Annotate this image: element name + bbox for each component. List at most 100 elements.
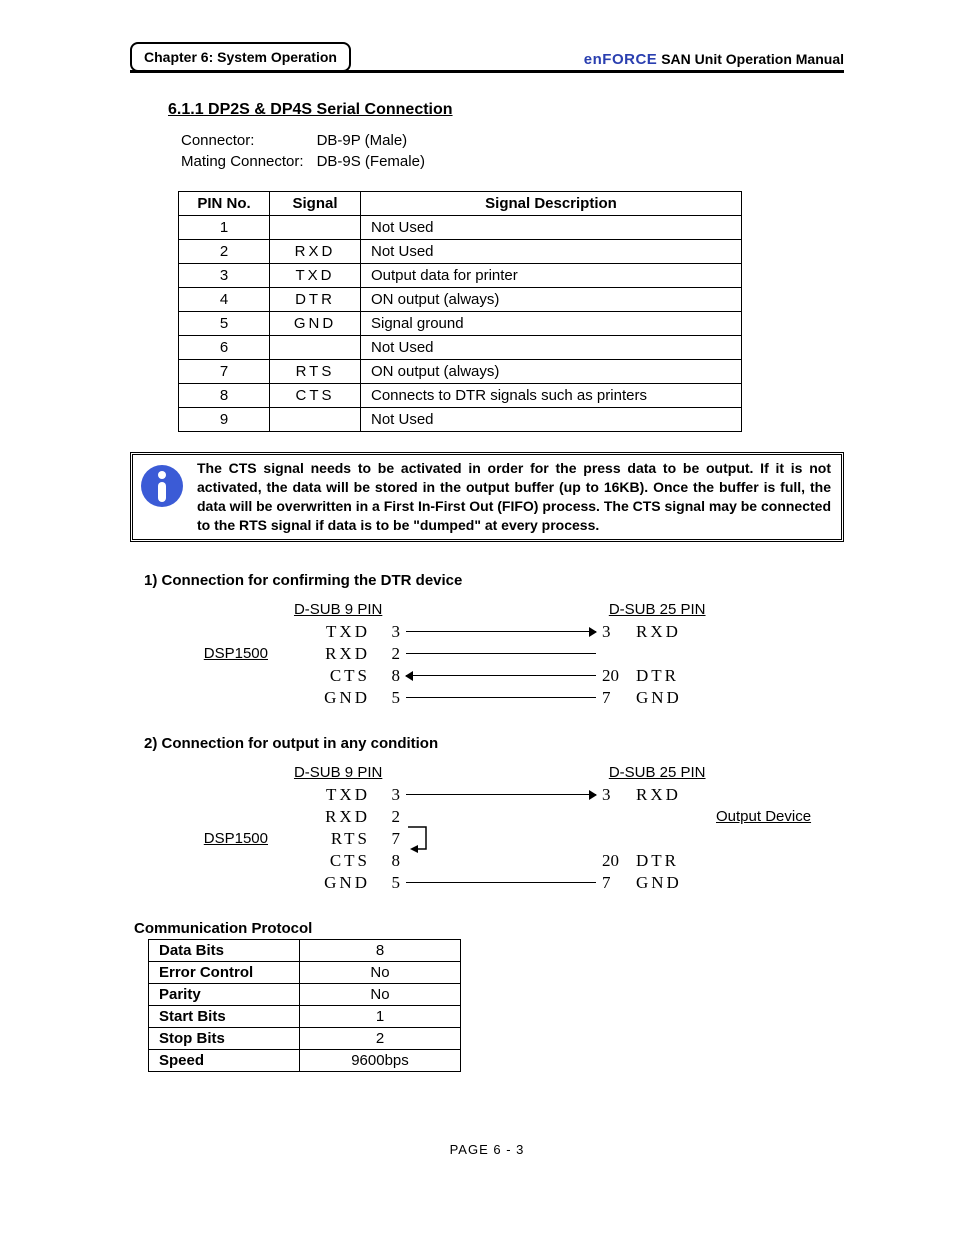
pin-table: PIN No. Signal Signal Description 1 Not U… (178, 191, 742, 432)
device-label: DSP1500 (180, 830, 268, 847)
chapter-box: Chapter 6: System Operation (130, 42, 351, 72)
left-pin: 2 (370, 644, 400, 664)
protocol-value: 1 (300, 1005, 461, 1027)
pin-no: 3 (179, 264, 270, 288)
pin-signal: CTS (270, 384, 361, 408)
right-signal: GND (630, 873, 706, 893)
wiring-row: GND57GND (180, 872, 844, 894)
right-signal: DTR (630, 666, 706, 686)
page-header: Chapter 6: System Operation enFORCE SAN … (130, 40, 844, 73)
left-signal: RTS (288, 829, 370, 849)
left-pin: 2 (370, 807, 400, 827)
right-pin: 7 (602, 688, 630, 708)
device-label: DSP1500 (180, 645, 268, 662)
right-signal: RXD (630, 622, 706, 642)
left-pin-header: D-SUB 9 PIN (286, 601, 390, 618)
table-row: 2RXDNot Used (179, 240, 742, 264)
wiring-row: RXD2 Output Device (180, 806, 844, 828)
protocol-value: No (300, 961, 461, 983)
pin-no: 2 (179, 240, 270, 264)
alert-icon (139, 463, 185, 514)
pin-desc: Signal ground (361, 312, 742, 336)
section-title: 6.1.1 DP2S & DP4S Serial Connection (168, 101, 844, 119)
protocol-label: Start Bits (149, 1005, 300, 1027)
wiring-diagram-1: D-SUB 9 PIND-SUB 25 PINTXD33RXDDSP1500RX… (180, 599, 844, 709)
manual-title: enFORCE SAN Unit Operation Manual (584, 51, 844, 68)
table-row: 3TXDOutput data for printer (179, 264, 742, 288)
pin-header-signal: Signal (270, 192, 361, 216)
pin-desc: Not Used (361, 336, 742, 360)
right-pin-header: D-SUB 25 PIN (592, 601, 716, 618)
note-text: The CTS signal needs to be activated in … (197, 459, 831, 535)
pin-signal: RXD (270, 240, 361, 264)
pin-no: 7 (179, 360, 270, 384)
pin-header-desc: Signal Description (361, 192, 742, 216)
wiring-row: GND57GND (180, 687, 844, 709)
table-row: Stop Bits2 (149, 1027, 461, 1049)
pin-signal: RTS (270, 360, 361, 384)
table-row: 1 Not Used (179, 216, 742, 240)
protocol-table: Data Bits8Error ControlNoParityNoStart B… (148, 939, 461, 1072)
left-signal: RXD (288, 807, 370, 827)
protocol-label: Parity (149, 983, 300, 1005)
connector-label: Connector: (180, 131, 314, 150)
left-signal: RXD (288, 644, 370, 664)
right-pin-header: D-SUB 25 PIN (592, 764, 716, 781)
wiring-row: CTS820DTR (180, 850, 844, 872)
mating-connector-value: DB-9S (Female) (316, 152, 435, 171)
protocol-value: 8 (300, 939, 461, 961)
left-pin: 3 (370, 622, 400, 642)
right-pin: 3 (602, 785, 630, 805)
pin-no: 4 (179, 288, 270, 312)
wiring2-heading: 2) Connection for output in any conditio… (144, 735, 844, 752)
pin-no: 1 (179, 216, 270, 240)
pin-desc: ON output (always) (361, 360, 742, 384)
protocol-value: No (300, 983, 461, 1005)
right-signal: RXD (630, 785, 706, 805)
wiring-diagram-2: D-SUB 9 PIND-SUB 25 PINTXD33RXDRXD2Outpu… (180, 762, 844, 894)
pin-signal (270, 336, 361, 360)
protocol-label: Data Bits (149, 939, 300, 961)
pin-desc: Connects to DTR signals such as printers (361, 384, 742, 408)
left-signal: CTS (288, 851, 370, 871)
pin-no: 8 (179, 384, 270, 408)
pin-desc: Not Used (361, 216, 742, 240)
table-row: 7RTSON output (always) (179, 360, 742, 384)
table-row: Start Bits1 (149, 1005, 461, 1027)
wiring-row: TXD33RXD (180, 621, 844, 643)
table-row: Error ControlNo (149, 961, 461, 983)
left-signal: GND (288, 873, 370, 893)
wiring-row: DSP1500 RXD2 (180, 643, 844, 665)
right-pin: 20 (602, 851, 630, 871)
left-pin: 3 (370, 785, 400, 805)
pin-no: 5 (179, 312, 270, 336)
wiring-row: DSP1500 RTS7 (180, 828, 844, 850)
table-row: ParityNo (149, 983, 461, 1005)
right-signal: DTR (630, 851, 706, 871)
protocol-value: 9600bps (300, 1049, 461, 1071)
wiring-row: CTS820DTR (180, 665, 844, 687)
table-row: Speed9600bps (149, 1049, 461, 1071)
left-signal: CTS (288, 666, 370, 686)
page-footer: PAGE 6 - 3 (130, 1142, 844, 1157)
right-pin: 3 (602, 622, 630, 642)
pin-desc: Output data for printer (361, 264, 742, 288)
table-row: 8CTSConnects to DTR signals such as prin… (179, 384, 742, 408)
table-row: 5GNDSignal ground (179, 312, 742, 336)
left-pin: 8 (370, 666, 400, 686)
left-signal: GND (288, 688, 370, 708)
left-signal: TXD (288, 622, 370, 642)
protocol-label: Speed (149, 1049, 300, 1071)
pin-signal: GND (270, 312, 361, 336)
wiring1-heading: 1) Connection for confirming the DTR dev… (144, 572, 844, 589)
wiring-row: TXD33RXD (180, 784, 844, 806)
pin-signal (270, 216, 361, 240)
output-device-label: Output Device (706, 808, 836, 825)
pin-header-pin: PIN No. (179, 192, 270, 216)
connector-value: DB-9P (Male) (316, 131, 435, 150)
left-signal: TXD (288, 785, 370, 805)
left-pin: 5 (370, 688, 400, 708)
left-pin: 7 (370, 829, 400, 849)
pin-signal (270, 408, 361, 432)
right-signal: GND (630, 688, 706, 708)
